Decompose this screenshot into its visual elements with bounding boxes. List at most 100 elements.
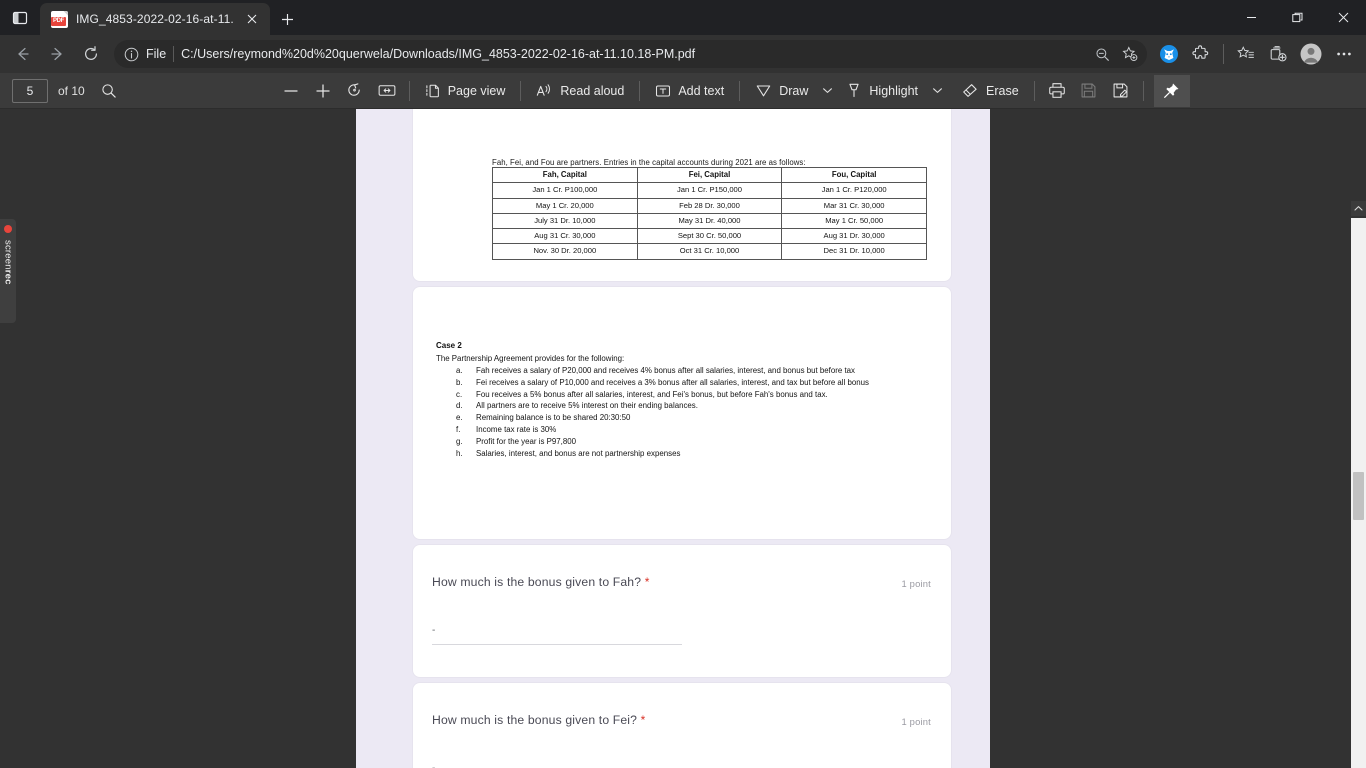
screenrec-widget[interactable]: screenrec xyxy=(0,219,16,323)
table-row: July 31 Dr. 10,000 May 31 Dr. 40,000 May… xyxy=(492,212,927,230)
list-marker: e. xyxy=(456,413,463,423)
list-text: Fah receives a salary of P20,000 and rec… xyxy=(476,366,855,375)
browser-tab[interactable]: PDF IMG_4853-2022-02-16-at-11.10. xyxy=(40,3,270,35)
intro-part-b: are partners. Entries in the capital acc… xyxy=(554,158,806,167)
list-item: a. Fah receives a salary of P20,000 and … xyxy=(456,365,956,376)
close-window-button[interactable] xyxy=(1320,0,1366,35)
case-lead-text: The Partnership Agreement provides for t… xyxy=(436,354,625,363)
avatar[interactable] xyxy=(1294,39,1328,69)
zoom-in-icon[interactable] xyxy=(307,77,339,105)
save-icon[interactable] xyxy=(1073,77,1105,105)
table-row: Jan 1 Cr. P100,000 Jan 1 Cr. P150,000 Ja… xyxy=(492,182,927,199)
document-card-case-2: Case 2 The Partnership Agreement provide… xyxy=(413,287,951,539)
pdf-toolbar: 5 of 10 Page view Read aloud Add text Dr… xyxy=(0,73,1366,109)
table-cell: July 31 Dr. 10,000 xyxy=(492,212,638,230)
question-points: 1 point xyxy=(901,716,931,727)
read-aloud-label: Read aloud xyxy=(560,83,625,98)
read-aloud-button[interactable]: Read aloud xyxy=(527,77,633,105)
vertical-scrollbar[interactable] xyxy=(1351,201,1366,768)
add-favorite-icon[interactable] xyxy=(1117,42,1143,66)
page-total-label: of 10 xyxy=(58,83,85,98)
list-text: All partners are to receive 5% interest … xyxy=(476,401,698,411)
column-header: Fah, Capital xyxy=(492,166,638,184)
table-cell: May 31 Dr. 40,000 xyxy=(636,212,783,230)
record-indicator-icon xyxy=(4,225,12,233)
scrollbar-thumb[interactable] xyxy=(1353,472,1364,520)
list-text: Income tax rate is 30% xyxy=(476,424,557,434)
wolf-extension-icon[interactable] xyxy=(1153,39,1185,69)
question-points: 1 point xyxy=(901,578,931,589)
minimize-button[interactable] xyxy=(1228,0,1274,35)
list-marker: g. xyxy=(456,436,463,446)
back-button[interactable] xyxy=(6,39,40,69)
browser-address-bar: File C:/Users/reymond%20d%20querwela/Dow… xyxy=(0,35,1366,73)
tab-title: IMG_4853-2022-02-16-at-11.10. xyxy=(76,12,234,26)
table-cell: Sept 30 Cr. 50,000 xyxy=(636,228,783,245)
list-marker: c. xyxy=(456,389,463,399)
pdf-file-icon: PDF xyxy=(51,10,68,28)
address-input[interactable]: File C:/Users/reymond%20d%20querwela/Dow… xyxy=(114,40,1147,68)
list-item: e. Remaining balance is to be shared 20:… xyxy=(456,412,956,423)
document-card-capital-table: Fah, Fei, and Fou are partners. Entries … xyxy=(413,109,951,281)
question-answer-text: - xyxy=(432,763,435,768)
highlight-label: Highlight xyxy=(869,83,919,98)
highlight-button[interactable]: Highlight xyxy=(837,77,927,105)
settings-and-more-icon[interactable] xyxy=(1328,39,1360,69)
toolbar-divider xyxy=(1033,80,1035,101)
table-header-row: Fah, Capital Fei, Capital Fou, Capital xyxy=(492,166,927,184)
find-icon[interactable] xyxy=(93,77,125,105)
screenrec-label: screenrec xyxy=(3,240,14,285)
list-text: Fei receives a salary of P10,000 and rec… xyxy=(476,377,870,387)
new-tab-button[interactable] xyxy=(270,3,304,35)
window-controls xyxy=(1228,0,1366,35)
extensions-icon[interactable] xyxy=(1185,39,1217,69)
info-icon xyxy=(124,47,139,61)
capital-accounts-table: Fah, Capital Fei, Capital Fou, Capital J… xyxy=(492,166,927,260)
table-cell: Oct 31 Cr. 10,000 xyxy=(636,243,783,260)
draw-button[interactable]: Draw xyxy=(746,77,817,105)
toolbar-divider xyxy=(1223,44,1224,64)
save-as-icon[interactable] xyxy=(1105,77,1137,105)
add-text-button[interactable]: Add text xyxy=(646,77,733,105)
favorites-icon[interactable] xyxy=(1230,39,1262,69)
table-cell: Nov. 30 Dr. 20,000 xyxy=(492,243,638,260)
question-text: How much is the bonus given to Fah? xyxy=(432,575,642,589)
table-cell: Feb 28 Dr. 30,000 xyxy=(636,197,783,214)
table-cell: Jan 1 Cr. P120,000 xyxy=(781,182,927,199)
intro-part-a: Fah, Fei, and xyxy=(492,158,541,167)
restore-button[interactable] xyxy=(1274,0,1320,35)
list-marker: h. xyxy=(456,448,463,458)
list-text: Profit for the year is P97,800 xyxy=(476,436,577,446)
pin-toolbar-button[interactable] xyxy=(1153,74,1190,107)
table-cell: May 1 Cr. 50,000 xyxy=(781,212,927,230)
list-item: c. Fou receives a 5% bonus after all sal… xyxy=(456,389,956,400)
fit-to-page-icon[interactable] xyxy=(371,77,403,105)
draw-chevron-down-icon[interactable] xyxy=(817,77,837,105)
zoom-icon[interactable] xyxy=(1089,42,1115,66)
highlight-chevron-down-icon[interactable] xyxy=(927,77,947,105)
question-card-1: How much is the bonus given to Fah? * 1 … xyxy=(413,545,951,677)
collections-icon[interactable] xyxy=(1262,39,1294,69)
case-terms-list: a. Fah receives a salary of P20,000 and … xyxy=(456,365,956,459)
toolbar-divider xyxy=(520,80,522,101)
draw-label: Draw xyxy=(779,83,809,98)
page-number-input[interactable]: 5 xyxy=(12,78,48,103)
question-title: How much is the bonus given to Fah? * xyxy=(432,575,650,589)
page-view-button[interactable]: Page view xyxy=(416,77,515,105)
forward-button[interactable] xyxy=(40,39,74,69)
table-cell: Mar 31 Cr. 30,000 xyxy=(781,197,927,214)
zoom-out-icon[interactable] xyxy=(275,77,307,105)
question-title: How much is the bonus given to Fei? * xyxy=(432,713,645,727)
screenrec-label-rec: rec xyxy=(2,269,14,285)
refresh-button[interactable] xyxy=(74,39,108,69)
rotate-icon[interactable] xyxy=(339,77,371,105)
pdf-viewer: Fah, Fei, and Fou are partners. Entries … xyxy=(0,109,1366,768)
answer-underline xyxy=(432,644,682,645)
list-text: Fou receives a 5% bonus after all salari… xyxy=(476,389,828,399)
scroll-up-arrow-icon[interactable] xyxy=(1351,201,1366,216)
print-icon[interactable] xyxy=(1041,77,1073,105)
required-marker: * xyxy=(644,575,650,589)
close-icon[interactable] xyxy=(242,9,262,29)
tab-actions-icon[interactable] xyxy=(0,0,40,35)
erase-button[interactable]: Erase xyxy=(953,77,1028,105)
